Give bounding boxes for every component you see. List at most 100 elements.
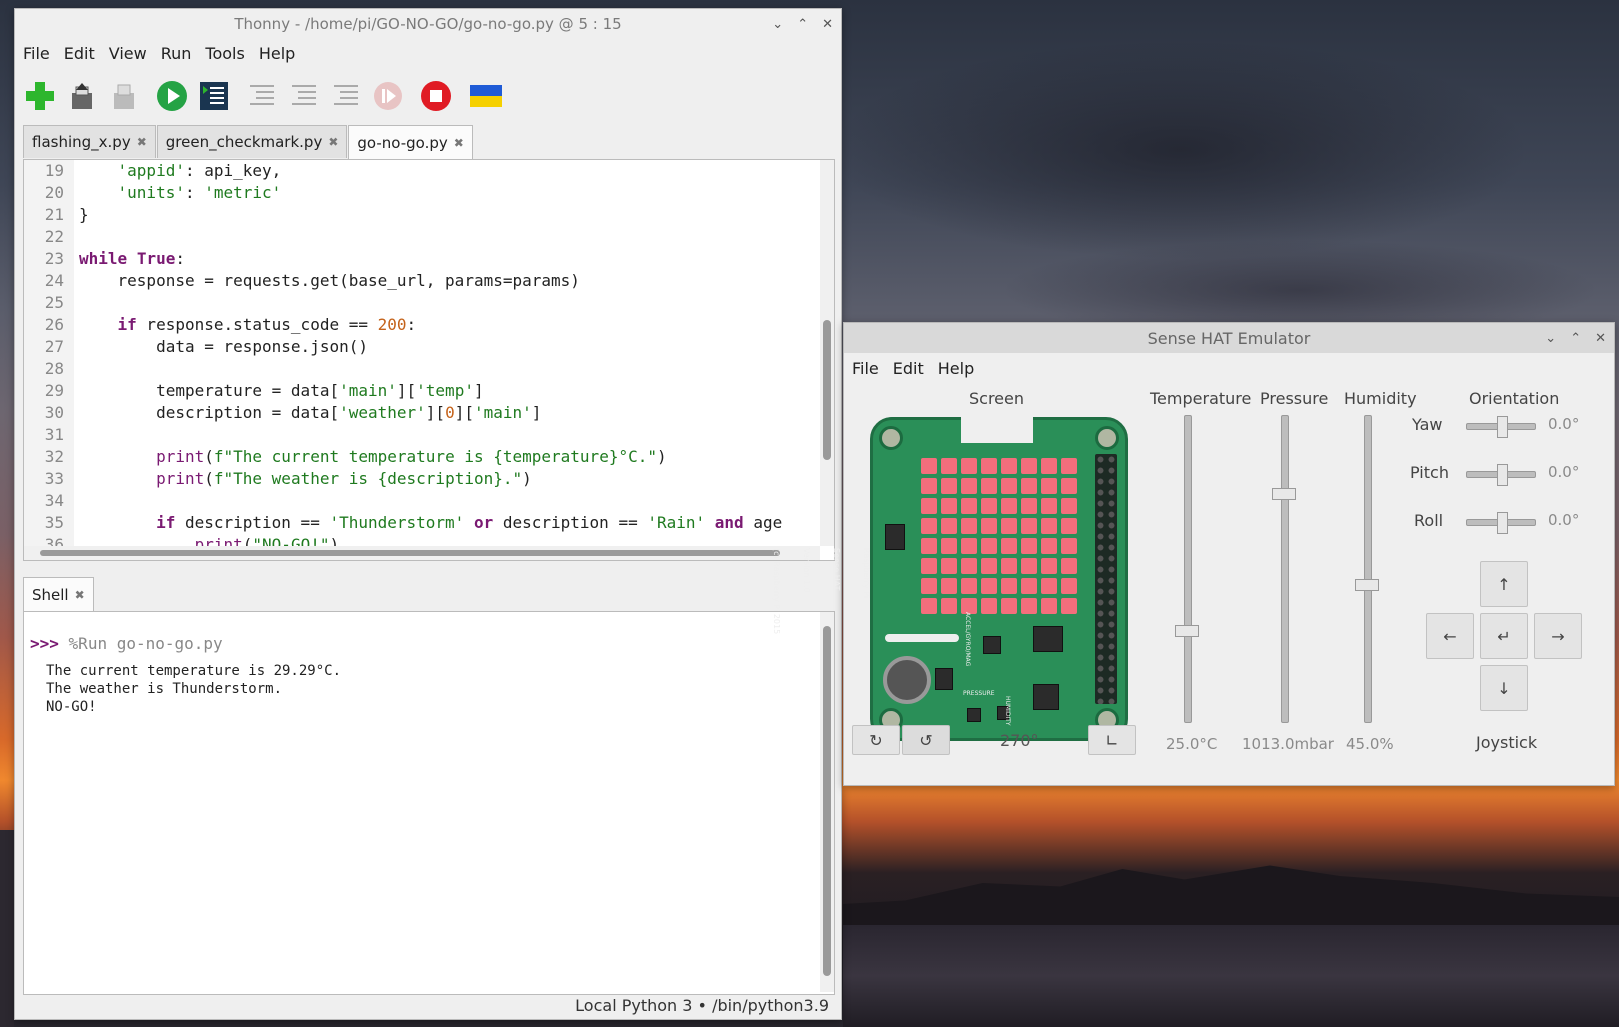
ukraine-flag-icon[interactable] (469, 79, 503, 113)
led-pixel (961, 578, 977, 594)
open-file-icon[interactable] (65, 79, 99, 113)
step-over-icon[interactable] (245, 79, 279, 113)
menu-edit[interactable]: Edit (64, 44, 95, 63)
led-pixel (1041, 558, 1057, 574)
shell-console[interactable]: >>> %Run go-no-go.py The current tempera… (23, 611, 835, 995)
board-chip (983, 636, 1001, 654)
new-file-icon[interactable] (23, 79, 57, 113)
humidity-value: 45.0% (1346, 735, 1394, 753)
tab-go-no-go[interactable]: go-no-go.py ✖ (348, 125, 473, 160)
code-lines[interactable]: 'appid': api_key, 'units': 'metric'} whil… (79, 160, 782, 556)
resume-icon[interactable] (371, 79, 405, 113)
maximize-icon[interactable]: ⌃ (1570, 331, 1581, 346)
rotate-clockwise-button[interactable]: ↻ (852, 725, 900, 755)
menu-run[interactable]: Run (161, 44, 192, 63)
roll-value: 0.0° (1548, 511, 1580, 529)
led-pixel (1001, 578, 1017, 594)
pressure-slider-knob[interactable] (1272, 487, 1296, 500)
pressure-value: 1013.0mbar (1242, 735, 1334, 753)
line-number: 22 (44, 227, 64, 246)
yaw-slider-knob[interactable] (1497, 416, 1508, 438)
rotate-counterclockwise-button[interactable]: ↺ (902, 725, 950, 755)
humidity-slider[interactable] (1355, 415, 1379, 723)
pitch-slider[interactable] (1466, 464, 1536, 486)
thonny-menubar: File Edit View Run Tools Help (15, 39, 841, 67)
close-tab-icon[interactable]: ✖ (75, 588, 85, 602)
tab-shell[interactable]: Shell ✖ (23, 577, 94, 612)
code-line: temperature = data['main']['temp'] (79, 381, 484, 400)
led-pixel (941, 578, 957, 594)
close-tab-icon[interactable]: ✖ (328, 135, 338, 149)
tab-flashing-x[interactable]: flashing_x.py ✖ (23, 125, 156, 158)
humidity-label: Humidity (1344, 389, 1417, 408)
led-pixel (961, 538, 977, 554)
led-pixel (941, 518, 957, 534)
save-file-icon[interactable] (107, 79, 141, 113)
led-pixel (961, 458, 977, 474)
led-pixel (1001, 458, 1017, 474)
editor-vertical-scrollbar[interactable] (820, 160, 834, 546)
code-editor[interactable]: 19 20 21 22 23 24 25 26 27 28 29 30 31 3… (23, 159, 835, 561)
minimize-icon[interactable]: ⌄ (1545, 331, 1556, 346)
editor-horizontal-scrollbar[interactable] (24, 546, 820, 560)
close-icon[interactable]: ✕ (1595, 331, 1606, 346)
menu-help[interactable]: Help (259, 44, 295, 63)
board-silkscreen: Raspberry Pi Sense HAT Version 1.0 (c) R… (751, 548, 891, 634)
run-icon[interactable] (155, 79, 189, 113)
menu-view[interactable]: View (109, 44, 147, 63)
stop-icon[interactable] (419, 79, 453, 113)
tab-green-checkmark[interactable]: green_checkmark.py ✖ (156, 125, 348, 158)
sense-titlebar[interactable]: Sense HAT Emulator ⌄ ⌃ ✕ (844, 323, 1614, 353)
debug-icon[interactable] (197, 79, 231, 113)
shell-vertical-scrollbar[interactable] (820, 612, 834, 992)
joystick-enter-button[interactable]: ↵ (1480, 613, 1528, 659)
pitch-slider-knob[interactable] (1497, 464, 1508, 486)
menu-edit[interactable]: Edit (893, 359, 924, 378)
code-line: response = requests.get(base_url, params… (79, 271, 580, 290)
maximize-icon[interactable]: ⌃ (797, 17, 808, 32)
temperature-value: 25.0°C (1166, 735, 1218, 753)
line-number: 26 (44, 315, 64, 334)
step-into-icon[interactable] (287, 79, 321, 113)
menu-help[interactable]: Help (938, 359, 974, 378)
led-pixel (1021, 558, 1037, 574)
orientation-label: Orientation (1469, 389, 1560, 408)
yaw-slider[interactable] (1466, 416, 1536, 438)
led-pixel (1061, 538, 1077, 554)
interpreter-status[interactable]: Local Python 3 • /bin/python3.9 (575, 996, 829, 1015)
board-text: Sense HAT (832, 548, 841, 591)
shell-output-line: The weather is Thunderstorm. (46, 681, 283, 697)
thonny-titlebar[interactable]: Thonny - /home/pi/GO-NO-GO/go-no-go.py @… (15, 9, 841, 39)
flip-screen-button[interactable]: ∟ (1088, 725, 1136, 755)
joystick-up-button[interactable]: ↑ (1480, 561, 1528, 607)
close-tab-icon[interactable]: ✖ (137, 135, 147, 149)
joystick-down-button[interactable]: ↓ (1480, 665, 1528, 711)
close-icon[interactable]: ✕ (822, 17, 833, 32)
led-pixel (981, 598, 997, 614)
wallpaper-sea-edge (0, 830, 14, 1027)
board-sensor-label: HUMIDITY (1004, 696, 1011, 726)
menu-file[interactable]: File (852, 359, 879, 378)
pressure-slider[interactable] (1272, 415, 1296, 723)
rotation-value: 270° (1000, 731, 1039, 750)
roll-label: Roll (1414, 511, 1444, 530)
minimize-icon[interactable]: ⌄ (772, 17, 783, 32)
roll-slider[interactable] (1466, 512, 1536, 534)
humidity-slider-knob[interactable] (1355, 579, 1379, 592)
led-pixel (981, 498, 997, 514)
led-pixel (1061, 458, 1077, 474)
led-pixel (1041, 518, 1057, 534)
board-chip (1033, 684, 1059, 710)
menu-tools[interactable]: Tools (205, 44, 244, 63)
temperature-slider[interactable] (1175, 415, 1199, 723)
line-number: 21 (44, 205, 64, 224)
wallpaper-sea (843, 925, 1619, 1027)
roll-slider-knob[interactable] (1497, 512, 1508, 534)
close-tab-icon[interactable]: ✖ (454, 136, 464, 150)
joystick-left-button[interactable]: ← (1426, 613, 1474, 659)
menu-file[interactable]: File (23, 44, 50, 63)
step-out-icon[interactable] (329, 79, 363, 113)
temperature-slider-knob[interactable] (1175, 625, 1199, 638)
joystick-right-button[interactable]: → (1534, 613, 1582, 659)
